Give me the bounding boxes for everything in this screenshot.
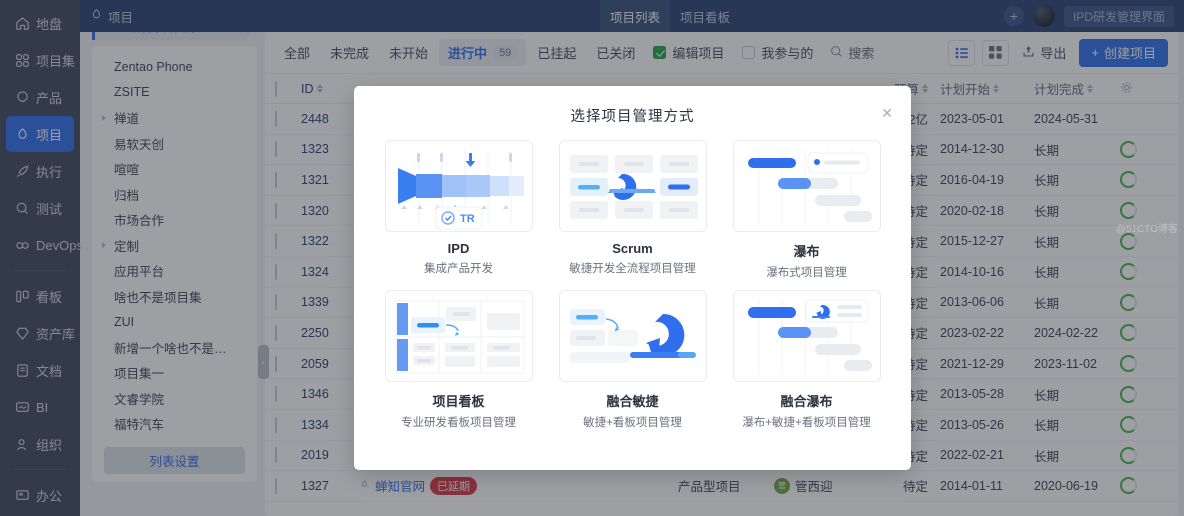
method-card-desc: 敏捷开发全流程项目管理: [559, 260, 707, 276]
method-card-瀑布[interactable]: 瀑布瀑布式项目管理: [733, 140, 881, 280]
method-card-name: 瀑布: [733, 241, 881, 260]
method-card-项目看板[interactable]: 项目看板专业研发看板项目管理: [385, 290, 533, 430]
method-card-name: Scrum: [559, 241, 707, 256]
method-card-desc: 瀑布式项目管理: [733, 264, 881, 280]
method-card-grid: TR IPD集成产品开发 Scrum敏捷开发全流程项目管理 瀑布瀑布式项目管理 …: [354, 140, 911, 430]
scrum-art: [559, 140, 707, 232]
ipd-funnel-art: TR: [385, 140, 533, 232]
method-card-name: 融合瀑布: [733, 391, 881, 410]
method-card-融合敏捷[interactable]: 融合敏捷敏捷+看板项目管理: [559, 290, 707, 430]
method-card-Scrum[interactable]: Scrum 敏捷开发全流程项目管理: [559, 140, 707, 280]
method-card-desc: 瀑布+敏捷+看板项目管理: [733, 414, 881, 430]
method-card-融合瀑布[interactable]: 融合瀑布瀑布+敏捷+看板项目管理: [733, 290, 881, 430]
dialog-title: 选择项目管理方式: [354, 86, 911, 126]
method-card-name: IPD: [385, 241, 533, 256]
method-card-desc: 集成产品开发: [385, 260, 533, 276]
waterfall-art: [733, 140, 881, 232]
watermark: @51CTO博客: [1116, 220, 1178, 235]
waterfall-fusion-art: [733, 290, 881, 382]
svg-text:TR: TR: [460, 213, 475, 225]
method-card-desc: 专业研发看板项目管理: [385, 414, 533, 430]
kanban-art: [385, 290, 533, 382]
project-method-dialog: 选择项目管理方式 ✕ TR IPD 集成产品开发 Scrum 敏捷开发全流程项目管理: [354, 86, 911, 470]
method-card-desc: 敏捷+看板项目管理: [559, 414, 707, 430]
method-card-name: 项目看板: [385, 391, 533, 410]
method-card-IPD[interactable]: TR IPD 集成产品开发: [385, 140, 533, 280]
method-card-name: 融合敏捷: [559, 391, 707, 410]
close-icon[interactable]: ✕: [881, 106, 893, 120]
agile-fusion-art: [559, 290, 707, 382]
